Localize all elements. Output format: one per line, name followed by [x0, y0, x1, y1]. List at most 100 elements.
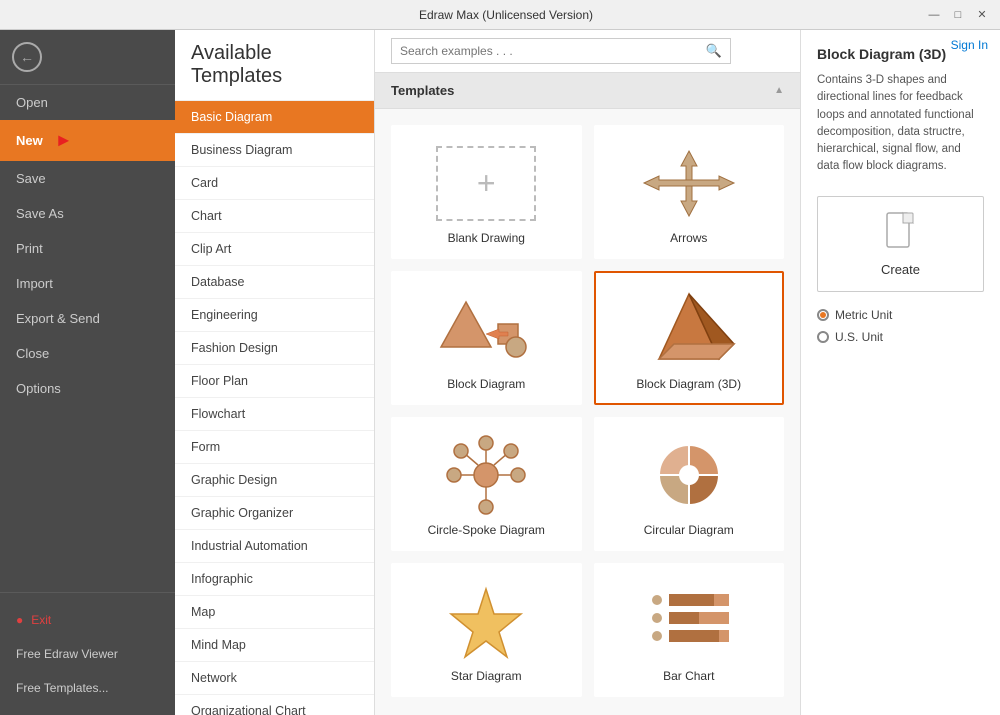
sidebar-item-new[interactable]: New ► [0, 120, 175, 161]
create-label: Create [881, 262, 920, 277]
block-diagram-preview [431, 289, 541, 369]
exit-icon: ● [16, 613, 23, 627]
bar-chart-svg [639, 584, 739, 659]
circular-diagram-preview [634, 435, 744, 515]
new-label: New [16, 133, 43, 148]
info-description: Contains 3-D shapes and directional line… [817, 72, 984, 176]
templates-header: Templates ▲ [375, 73, 800, 109]
sidebar-item-exit[interactable]: ● Exit [0, 603, 175, 637]
sidebar-item-import[interactable]: Import [0, 266, 175, 301]
file-svg [885, 211, 917, 249]
file-icon [885, 211, 917, 256]
block-diagram-svg [436, 292, 536, 367]
print-label: Print [16, 241, 43, 256]
sidebar-item-free-viewer[interactable]: Free Edraw Viewer [0, 637, 175, 671]
category-item-flowchart[interactable]: Flowchart [175, 398, 374, 431]
back-button[interactable]: ← [12, 42, 42, 72]
category-item-engineering[interactable]: Engineering [175, 299, 374, 332]
app-container: ← Open New ► Save Save As Print Import [0, 30, 1000, 715]
category-item-org-chart[interactable]: Organizational Chart [175, 695, 374, 715]
info-panel: Block Diagram (3D) Contains 3-D shapes a… [800, 30, 1000, 715]
category-item-database[interactable]: Database [175, 266, 374, 299]
new-arrow-icon: ► [55, 130, 73, 151]
sign-in-link[interactable]: Sign In [951, 38, 988, 52]
plus-icon: + [477, 165, 496, 202]
category-item-form[interactable]: Form [175, 431, 374, 464]
unit-options: Metric Unit U.S. Unit [817, 308, 984, 344]
sidebar-item-close[interactable]: Close [0, 336, 175, 371]
import-label: Import [16, 276, 53, 291]
category-item-clip-art[interactable]: Clip Art [175, 233, 374, 266]
arrows-label: Arrows [670, 231, 707, 245]
templates-panel: 🔍 Templates ▲ + Blank Drawing [375, 30, 800, 715]
block-diagram-3d-label: Block Diagram (3D) [636, 377, 741, 391]
category-item-mind-map[interactable]: Mind Map [175, 629, 374, 662]
metric-unit-option[interactable]: Metric Unit [817, 308, 984, 322]
blank-drawing-icon: + [436, 146, 536, 221]
category-item-floor-plan[interactable]: Floor Plan [175, 365, 374, 398]
close-label: Close [16, 346, 49, 361]
blank-drawing-preview: + [431, 143, 541, 223]
arrows-preview [634, 143, 744, 223]
category-item-graphic-design[interactable]: Graphic Design [175, 464, 374, 497]
templates-grid: + Blank Drawing Arro [375, 109, 800, 713]
category-item-card[interactable]: Card [175, 167, 374, 200]
us-unit-option[interactable]: U.S. Unit [817, 330, 984, 344]
block-diagram-3d-preview [634, 289, 744, 369]
close-button[interactable]: ✕ [972, 5, 992, 25]
category-item-basic-diagram[interactable]: Basic Diagram [175, 101, 374, 134]
category-item-chart[interactable]: Chart [175, 200, 374, 233]
scroll-up-indicator[interactable]: ▲ [774, 85, 784, 96]
free-viewer-label: Free Edraw Viewer [16, 647, 118, 661]
titlebar: Edraw Max (Unlicensed Version) — □ ✕ [0, 0, 1000, 30]
sidebar-item-export-send[interactable]: Export & Send [0, 301, 175, 336]
arrows-svg [639, 146, 739, 221]
circle-spoke-svg [436, 435, 536, 515]
us-unit-label: U.S. Unit [835, 330, 883, 344]
search-input[interactable] [400, 44, 706, 58]
sidebar: ← Open New ► Save Save As Print Import [0, 30, 175, 715]
template-blank-drawing[interactable]: + Blank Drawing [391, 125, 582, 259]
save-as-label: Save As [16, 206, 64, 221]
sidebar-item-free-templates[interactable]: Free Templates... [0, 671, 175, 705]
minimize-button[interactable]: — [924, 5, 944, 25]
circular-diagram-svg [639, 435, 739, 515]
category-item-industrial-automation[interactable]: Industrial Automation [175, 530, 374, 563]
bar-chart-label: Bar Chart [663, 669, 714, 683]
category-item-infographic[interactable]: Infographic [175, 563, 374, 596]
circular-diagram-label: Circular Diagram [644, 523, 734, 537]
template-star[interactable]: Star Diagram [391, 563, 582, 697]
sidebar-item-print[interactable]: Print [0, 231, 175, 266]
sidebar-item-options[interactable]: Options [0, 371, 175, 406]
content-area: Available Templates Basic Diagram Busine… [175, 30, 1000, 715]
sidebar-item-save[interactable]: Save [0, 161, 175, 196]
category-item-graphic-organizer[interactable]: Graphic Organizer [175, 497, 374, 530]
star-label: Star Diagram [451, 669, 522, 683]
category-item-business-diagram[interactable]: Business Diagram [175, 134, 374, 167]
available-templates-title: Available Templates [175, 30, 374, 101]
sidebar-bottom: ● Exit Free Edraw Viewer Free Templates.… [0, 592, 175, 715]
sidebar-item-open[interactable]: Open [0, 85, 175, 120]
open-label: Open [16, 95, 48, 110]
template-arrows[interactable]: Arrows [594, 125, 785, 259]
metric-radio[interactable] [817, 309, 829, 321]
search-bar: 🔍 [391, 38, 731, 64]
category-panel: Available Templates Basic Diagram Busine… [175, 30, 375, 715]
template-block-diagram[interactable]: Block Diagram [391, 271, 582, 405]
export-send-label: Export & Send [16, 311, 100, 326]
templates-label: Templates [391, 83, 454, 98]
category-item-network[interactable]: Network [175, 662, 374, 695]
circle-spoke-label: Circle-Spoke Diagram [428, 523, 545, 537]
category-item-fashion-design[interactable]: Fashion Design [175, 332, 374, 365]
search-bar-container: 🔍 [375, 30, 800, 73]
maximize-button[interactable]: □ [948, 5, 968, 25]
template-circular-diagram[interactable]: Circular Diagram [594, 417, 785, 551]
create-button[interactable]: Create [817, 196, 984, 292]
sidebar-item-save-as[interactable]: Save As [0, 196, 175, 231]
category-item-map[interactable]: Map [175, 596, 374, 629]
template-circle-spoke[interactable]: Circle-Spoke Diagram [391, 417, 582, 551]
metric-unit-label: Metric Unit [835, 308, 892, 322]
template-bar-chart[interactable]: Bar Chart [594, 563, 785, 697]
template-block-diagram-3d[interactable]: Block Diagram (3D) [594, 271, 785, 405]
us-radio[interactable] [817, 331, 829, 343]
